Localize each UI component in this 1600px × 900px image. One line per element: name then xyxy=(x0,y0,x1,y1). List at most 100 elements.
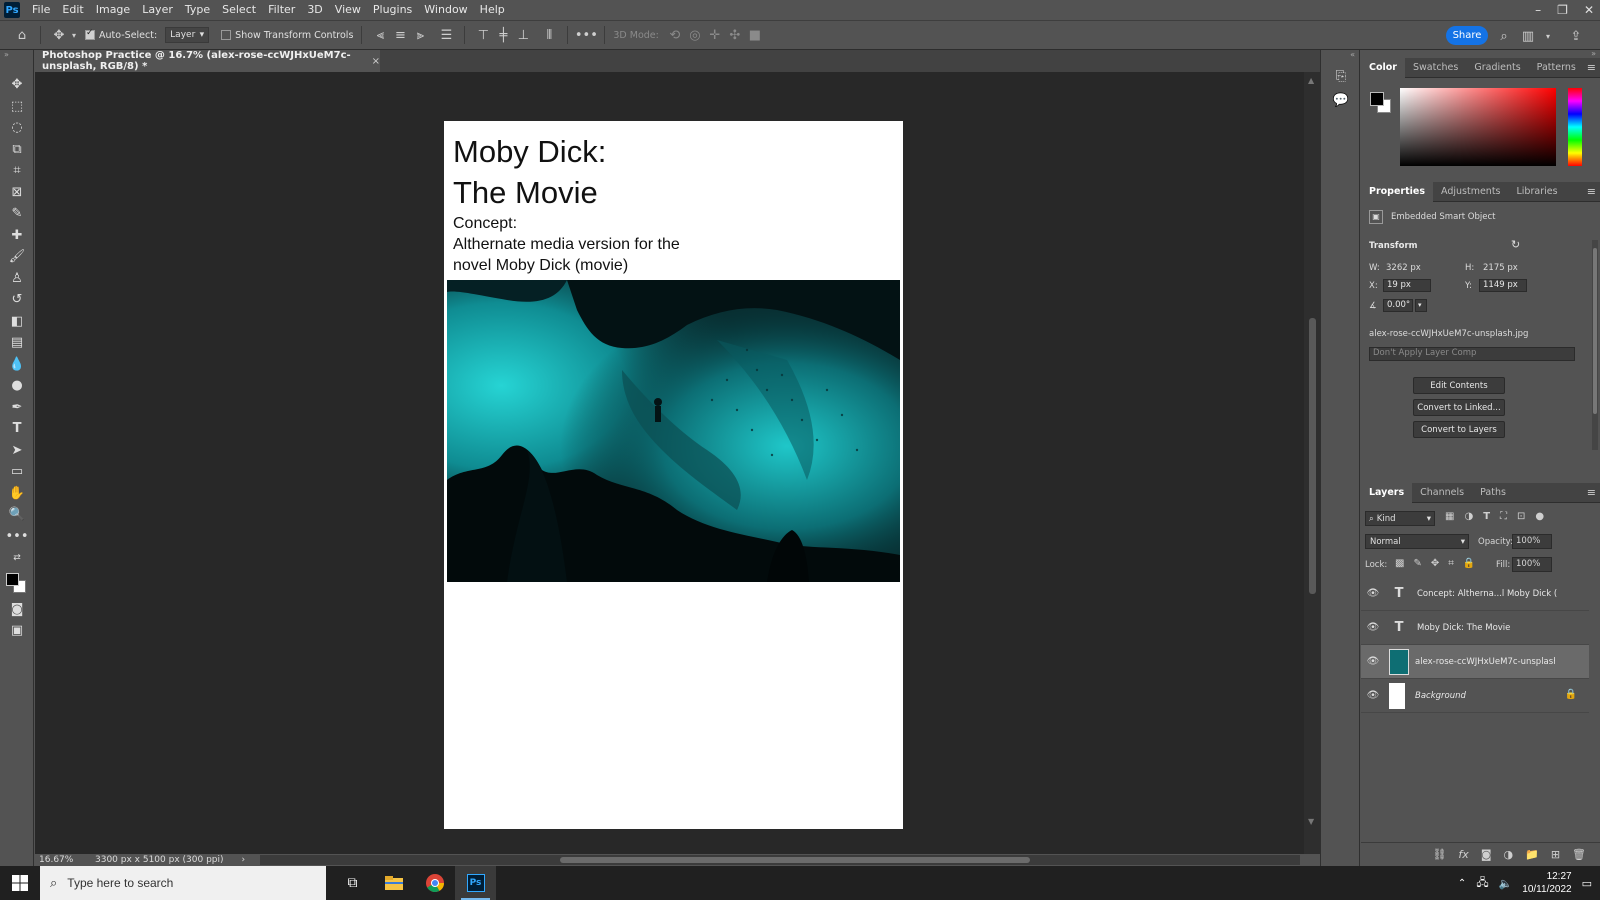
layer-effects-icon[interactable]: fx xyxy=(1458,848,1468,861)
history-panel-icon[interactable]: ⎘ xyxy=(1321,64,1361,88)
tab-patterns[interactable]: Patterns xyxy=(1529,58,1584,78)
scroll-down-icon[interactable]: ▼ xyxy=(1308,817,1314,826)
document-title-text[interactable]: Moby Dick: The Movie xyxy=(453,131,606,213)
properties-scrollbar-thumb[interactable] xyxy=(1593,248,1597,414)
checkbox-unchecked-icon[interactable] xyxy=(221,30,232,40)
stamp-tool-icon[interactable]: ♙ xyxy=(0,268,34,290)
zoom-tool-icon[interactable]: 🔍 xyxy=(0,504,34,526)
distribute-vertical-icon[interactable]: ⦀ xyxy=(539,25,559,45)
move-tool-icon[interactable]: ✥ xyxy=(0,74,34,96)
close-icon[interactable]: ✕ xyxy=(1584,3,1594,17)
foreground-color-swatch[interactable] xyxy=(6,572,19,586)
panel-menu-icon[interactable]: ≡ xyxy=(1587,185,1596,198)
filter-pixel-icon[interactable]: ▦ xyxy=(1445,511,1454,522)
hand-tool-icon[interactable]: ✋ xyxy=(0,483,34,505)
tab-channels[interactable]: Channels xyxy=(1412,483,1472,503)
layer-comp-dropdown[interactable]: Don't Apply Layer Comp xyxy=(1369,347,1575,361)
orbit-3d-icon[interactable]: ⟲ xyxy=(665,25,685,45)
search-icon[interactable]: ⌕ xyxy=(1494,26,1514,46)
layer-name[interactable]: Moby Dick: The Movie xyxy=(1417,623,1557,633)
menu-window[interactable]: Window xyxy=(418,0,473,20)
menu-view[interactable]: View xyxy=(329,0,367,20)
workspace-icon[interactable]: ▥ xyxy=(1518,26,1538,46)
link-layers-icon[interactable]: ⛓ xyxy=(1432,848,1446,861)
tab-gradients[interactable]: Gradients xyxy=(1466,58,1528,78)
blend-mode-dropdown[interactable]: Normal ▾ xyxy=(1365,534,1469,549)
roll-3d-icon[interactable]: ◎ xyxy=(685,25,705,45)
align-bottom-icon[interactable]: ⊥ xyxy=(513,25,533,45)
chevron-down-icon[interactable]: ▾ xyxy=(1542,26,1554,46)
chrome-icon[interactable] xyxy=(414,866,455,900)
type-tool-icon[interactable]: T xyxy=(0,418,34,440)
layer-row-smart-object[interactable]: 👁 alex-rose-ccWJHxUeM7c-unsplash xyxy=(1361,645,1589,679)
share-button[interactable]: Share xyxy=(1446,26,1488,45)
menu-type[interactable]: Type xyxy=(179,0,216,20)
blur-tool-icon[interactable]: 💧 xyxy=(0,354,34,376)
taskbar-search-box[interactable]: ⌕ Type here to search xyxy=(40,866,326,900)
chevron-down-icon[interactable]: ▾ xyxy=(69,25,79,45)
tab-color[interactable]: Color xyxy=(1361,57,1405,78)
layer-name[interactable]: alex-rose-ccWJHxUeM7c-unsplash xyxy=(1415,657,1555,667)
vertical-scrollbar-thumb[interactable] xyxy=(1309,318,1316,594)
menu-image[interactable]: Image xyxy=(90,0,136,20)
horizontal-scrollbar-thumb[interactable] xyxy=(560,857,1030,863)
lock-transparent-icon[interactable]: ▩ xyxy=(1395,558,1404,569)
new-group-icon[interactable]: 📁 xyxy=(1525,848,1539,861)
menu-select[interactable]: Select xyxy=(216,0,262,20)
vertical-scrollbar[interactable]: ▲ ▼ xyxy=(1304,72,1320,854)
lock-artboard-icon[interactable]: ⌗ xyxy=(1448,558,1454,569)
screen-mode-icon[interactable]: ▣ xyxy=(0,620,34,642)
crop-tool-icon[interactable]: ⌗ xyxy=(0,160,34,182)
document-canvas[interactable]: Moby Dick: The Movie Concept: Althernate… xyxy=(444,121,903,829)
path-select-tool-icon[interactable]: ➤ xyxy=(0,440,34,462)
new-layer-icon[interactable]: ⊞ xyxy=(1551,848,1560,861)
align-center-icon[interactable]: ≡ xyxy=(390,25,410,45)
rectangle-tool-icon[interactable]: ▭ xyxy=(0,461,34,483)
dodge-tool-icon[interactable]: ● xyxy=(0,375,34,397)
object-select-tool-icon[interactable]: ⧉ xyxy=(0,139,34,161)
document-concept-text[interactable]: Concept: Althernate media version for th… xyxy=(453,213,693,276)
layer-name[interactable]: Background xyxy=(1415,691,1555,701)
menu-plugins[interactable]: Plugins xyxy=(367,0,418,20)
start-button[interactable] xyxy=(0,866,40,900)
close-icon[interactable]: × xyxy=(372,56,380,67)
visibility-eye-icon[interactable]: 👁 xyxy=(1361,656,1385,667)
notifications-icon[interactable]: ▭ xyxy=(1582,877,1592,890)
export-icon[interactable]: ⇪ xyxy=(1566,26,1586,46)
filter-type-icon[interactable]: T xyxy=(1483,511,1490,522)
menu-file[interactable]: File xyxy=(26,0,56,20)
task-view-icon[interactable]: ⧉ xyxy=(332,866,373,900)
menu-3d[interactable]: 3D xyxy=(301,0,328,20)
convert-to-layers-button[interactable]: Convert to Layers xyxy=(1413,421,1505,438)
more-tools-icon[interactable]: ••• xyxy=(0,526,34,548)
home-icon[interactable]: ⌂ xyxy=(12,25,32,45)
menu-help[interactable]: Help xyxy=(474,0,511,20)
align-top-icon[interactable]: ⊤ xyxy=(473,25,493,45)
minimize-icon[interactable]: – xyxy=(1535,3,1541,17)
tab-adjustments[interactable]: Adjustments xyxy=(1433,182,1509,202)
layer-name[interactable]: Concept: Altherna...l Moby Dick (movi xyxy=(1417,589,1557,599)
visibility-eye-icon[interactable]: 👁 xyxy=(1361,588,1385,599)
width-value[interactable]: 3262 px xyxy=(1386,263,1421,273)
history-brush-tool-icon[interactable]: ↺ xyxy=(0,289,34,311)
delete-layer-icon[interactable]: 🗑 xyxy=(1572,848,1586,861)
system-clock[interactable]: 12:27 10/11/2022 xyxy=(1522,870,1571,896)
eraser-tool-icon[interactable]: ◧ xyxy=(0,311,34,333)
lasso-tool-icon[interactable]: ◌ xyxy=(0,117,34,139)
layer-row-title-text[interactable]: 👁 T Moby Dick: The Movie xyxy=(1361,611,1589,645)
lock-icon[interactable]: 🔒 xyxy=(1565,689,1577,700)
menu-layer[interactable]: Layer xyxy=(136,0,179,20)
document-tab[interactable]: Photoshop Practice @ 16.7% (alex-rose-cc… xyxy=(35,50,380,72)
lock-image-icon[interactable]: ✎ xyxy=(1413,558,1421,569)
tab-swatches[interactable]: Swatches xyxy=(1405,58,1466,78)
panel-menu-icon[interactable]: ≡ xyxy=(1587,486,1596,499)
swap-colors-icon[interactable]: ⇄ xyxy=(0,547,34,569)
angle-input[interactable]: 0.00° xyxy=(1383,299,1413,312)
more-options-icon[interactable]: ••• xyxy=(575,25,598,45)
collapse-icon[interactable]: » xyxy=(0,50,33,74)
layer-filter-dropdown[interactable]: ⌕ Kind ▾ xyxy=(1365,511,1435,526)
menu-filter[interactable]: Filter xyxy=(262,0,301,20)
fill-input[interactable]: 100% xyxy=(1512,557,1552,572)
frame-tool-icon[interactable]: ⊠ xyxy=(0,182,34,204)
layer-row-concept-text[interactable]: 👁 T Concept: Altherna...l Moby Dick (mov… xyxy=(1361,577,1589,611)
